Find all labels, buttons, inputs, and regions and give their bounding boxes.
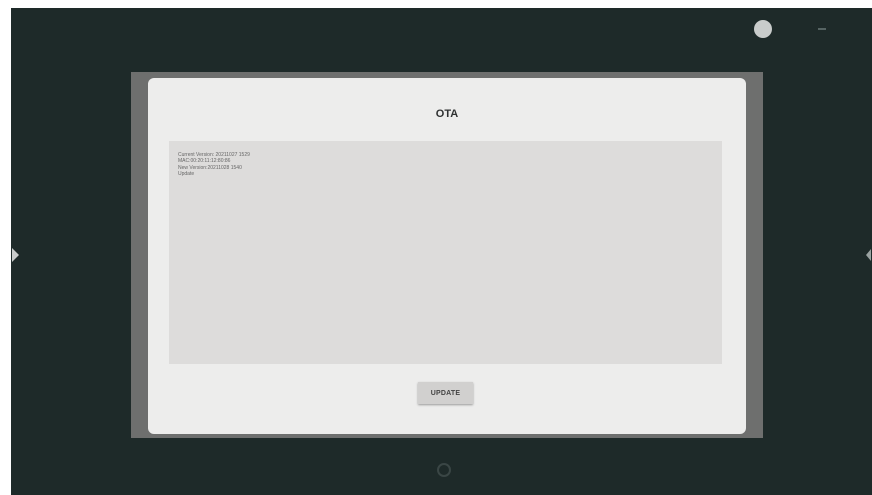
update-button[interactable]: UPDATE <box>418 382 473 404</box>
update-status-line: Update <box>178 170 195 177</box>
dialog-title: OTA <box>435 108 459 120</box>
new-version-line: New Version:20211028 1540 <box>178 164 242 171</box>
status-indicator-icon <box>754 20 772 38</box>
status-dash-icon <box>818 28 826 30</box>
home-circle-icon[interactable] <box>437 463 451 477</box>
ota-dialog: OTA Current Version: 20211027 1529 MAC:0… <box>148 78 746 434</box>
right-edge-arrow-icon[interactable] <box>866 249 871 261</box>
version-info-box: Current Version: 20211027 1529 MAC:00:20… <box>169 141 722 364</box>
left-edge-arrow-icon[interactable] <box>12 248 19 262</box>
version-info-text: Current Version: 20211027 1529 MAC:00:20… <box>178 152 250 177</box>
